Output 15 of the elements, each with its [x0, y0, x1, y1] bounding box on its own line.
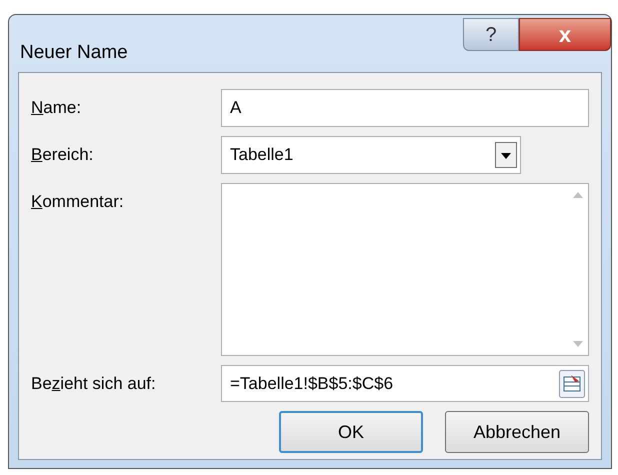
name-field[interactable]: A [221, 89, 589, 127]
field-label: Kommentar: [31, 191, 125, 213]
field-label: Name: [31, 97, 82, 119]
field-label: Bezieht sich auf: [31, 373, 157, 395]
cancel-button[interactable]: Abbrechen [445, 411, 589, 453]
field-label: Bereich: [31, 144, 94, 166]
help-button[interactable]: ? [463, 18, 519, 51]
comment-field[interactable] [221, 183, 589, 356]
collapse-dialog-icon[interactable] [559, 370, 585, 398]
scroll-up-icon [573, 192, 583, 198]
scope-dropdown[interactable]: Tabelle1 [221, 136, 521, 174]
reference-field[interactable]: =Tabelle1!$B$5:$C$6 [221, 365, 589, 402]
window-title: Neuer Name [20, 41, 128, 65]
scroll-down-icon [573, 341, 583, 347]
ok-button[interactable]: OK [279, 411, 423, 453]
